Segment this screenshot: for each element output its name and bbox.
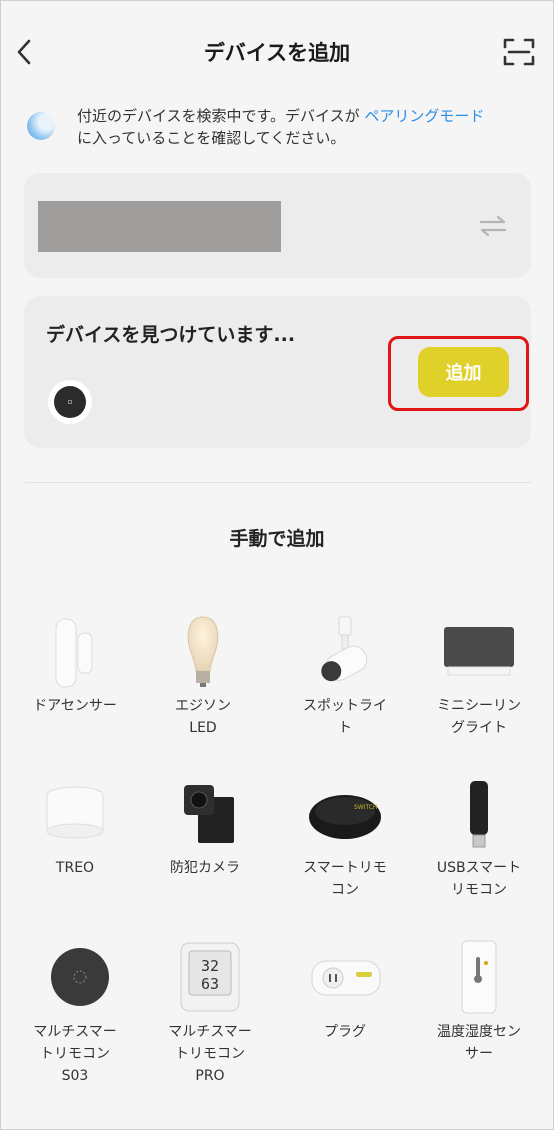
redacted-network-name <box>38 201 281 252</box>
device-item-plug[interactable]: プラグ <box>283 939 407 1043</box>
searching-icon <box>27 112 55 140</box>
header: デバイスを追加 <box>1 1 553 101</box>
device-item-label: マルチスマー トリモコン S03 <box>33 1024 117 1084</box>
thermo-hygrometer-icon <box>461 940 497 1014</box>
finding-title: デバイスを見つけています... <box>46 324 296 346</box>
scan-button[interactable] <box>503 37 535 67</box>
manual-add-title: 手動で追加 <box>229 528 325 550</box>
multi-remote-pro-icon: 32 63 <box>180 942 240 1012</box>
divider <box>25 482 531 483</box>
spotlight-icon <box>321 616 368 682</box>
device-item-edison-led[interactable]: エジソン LED <box>141 613 265 739</box>
edison-bulb-icon <box>187 616 219 687</box>
svg-text:63: 63 <box>201 975 219 993</box>
scan-icon <box>503 38 535 66</box>
mini-ceiling-light-icon <box>444 627 514 676</box>
device-item-label: スポットライト <box>303 698 387 736</box>
multi-remote-s03-icon <box>51 948 109 1006</box>
device-item-multi-remote-pro[interactable]: 32 63 マルチスマー トリモコン PRO <box>148 939 272 1087</box>
device-item-usb-remote[interactable]: USBスマート リモコン <box>417 775 541 901</box>
add-button[interactable]: 追加 <box>418 347 509 397</box>
svg-text:32: 32 <box>201 957 219 975</box>
device-item-label: 防犯カメラ <box>170 860 240 876</box>
device-item-label: ミニシーリン グライト <box>437 698 521 736</box>
pairing-mode-link[interactable]: ペアリングモード <box>364 107 484 125</box>
device-item-label: TREO <box>55 860 95 876</box>
device-item-label: プラグ <box>324 1024 366 1040</box>
device-item-smart-remote[interactable]: SWITCH スマートリモ コン <box>283 775 407 901</box>
plug-icon <box>311 960 381 996</box>
device-item-spotlight[interactable]: スポットライト <box>283 613 407 739</box>
page-title: デバイスを追加 <box>203 41 351 65</box>
switch-network-button[interactable] <box>479 213 507 239</box>
device-item-mini-ceiling-light[interactable]: ミニシーリン グライト <box>417 613 541 739</box>
found-device-icon <box>48 380 92 424</box>
device-item-treo[interactable]: TREO <box>13 775 137 879</box>
device-item-label: ドアセンサー <box>33 698 117 714</box>
device-item-door-sensor[interactable]: ドアセンサー <box>13 613 137 717</box>
treo-light-icon <box>46 786 104 839</box>
device-item-label: スマートリモ コン <box>303 860 387 898</box>
device-item-multi-remote-s03[interactable]: マルチスマー トリモコン S03 <box>13 939 137 1087</box>
svg-text:SWITCH: SWITCH <box>354 804 378 811</box>
device-item-label: エジソン LED <box>175 698 231 736</box>
device-item-thermo-hygrometer[interactable]: 温度湿度セン サー <box>417 939 541 1065</box>
door-sensor-icon <box>55 618 93 688</box>
device-item-label: 温度湿度セン サー <box>437 1024 521 1062</box>
swap-arrows-icon <box>479 215 507 237</box>
smart-remote-icon: SWITCH <box>309 795 381 839</box>
device-item-security-camera[interactable]: 防犯カメラ <box>143 775 267 879</box>
usb-remote-icon <box>470 781 488 848</box>
security-camera-icon <box>184 785 234 843</box>
search-notice-text: 付近のデバイスを検索中です。デバイスが ペアリングモード に入っていることを確認し… <box>77 107 485 147</box>
device-item-label: マルチスマー トリモコン PRO <box>168 1024 252 1084</box>
device-item-label: USBスマート リモコン <box>436 860 522 898</box>
network-card <box>24 173 531 278</box>
